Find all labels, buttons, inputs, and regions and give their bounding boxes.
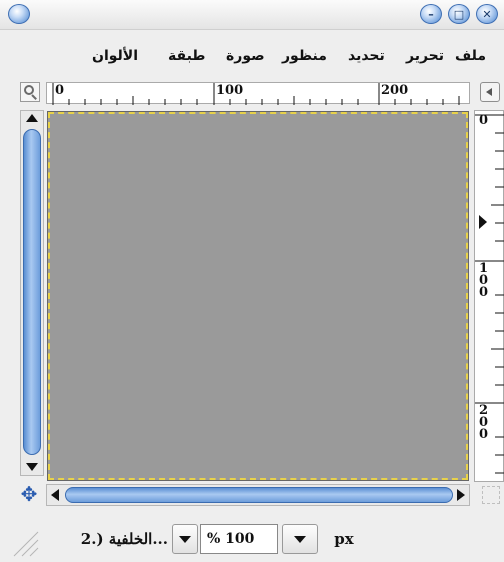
title-bar[interactable]: – □ ✕: [0, 0, 504, 30]
close-icon: ✕: [482, 7, 492, 21]
layer-status-label: ...الخلفية (.2: [80, 530, 168, 548]
zoom-dropdown-button[interactable]: [282, 524, 318, 554]
quick-mask-toggle[interactable]: [482, 486, 500, 504]
scroll-down-icon[interactable]: [26, 463, 38, 471]
resize-grip-icon[interactable]: [10, 524, 40, 558]
window-menu-icon[interactable]: [8, 4, 30, 24]
vertical-ruler[interactable]: 0 1 0 0 2 0 0: [474, 110, 504, 482]
scroll-right-icon[interactable]: [457, 489, 465, 501]
close-button[interactable]: ✕: [476, 4, 498, 24]
vruler-digit-0: 0: [479, 113, 489, 128]
minimize-icon: –: [428, 7, 434, 21]
canvas-area[interactable]: [46, 110, 470, 482]
horizontal-ruler[interactable]: 0 100 200: [46, 82, 470, 105]
scroll-left-icon[interactable]: [51, 489, 59, 501]
navigate-button[interactable]: [20, 82, 40, 102]
zoom-toggle-button[interactable]: [480, 82, 500, 102]
image-canvas[interactable]: [47, 111, 469, 481]
menu-layer[interactable]: طبقة: [168, 48, 205, 64]
zoom-field[interactable]: % 100: [200, 524, 278, 554]
arrow-left-icon: [486, 88, 492, 96]
chevron-down-icon: [294, 536, 306, 543]
minimize-button[interactable]: –: [420, 4, 442, 24]
image-window: – □ ✕ ملف تحرير تحديد منظور صورة طبقة ال…: [0, 0, 504, 562]
menu-edit[interactable]: تحرير: [406, 48, 444, 64]
ruler-label-200: 200: [381, 83, 409, 98]
maximize-button[interactable]: □: [448, 4, 470, 24]
ruler-pointer-icon: [479, 215, 487, 229]
ruler-label-100: 100: [216, 83, 244, 98]
layer-dropdown-button[interactable]: [172, 524, 198, 554]
menu-select[interactable]: تحديد: [348, 48, 385, 64]
ruler-label-0: 0: [55, 83, 65, 98]
menu-view[interactable]: منظور: [282, 48, 327, 64]
horizontal-scroll-thumb[interactable]: [65, 487, 453, 503]
menu-file[interactable]: ملف: [455, 48, 486, 64]
maximize-icon: □: [453, 7, 465, 21]
unit-selector[interactable]: px: [322, 524, 366, 554]
vruler-digit-6: 0: [479, 427, 489, 442]
chevron-down-icon: [179, 536, 191, 543]
vruler-digit-3: 0: [479, 285, 489, 300]
move-navigate-icon[interactable]: ✥: [18, 484, 40, 504]
menu-image[interactable]: صورة: [226, 48, 265, 64]
vertical-scrollbar[interactable]: [20, 110, 44, 476]
scroll-up-icon[interactable]: [26, 114, 38, 122]
horizontal-scrollbar[interactable]: [46, 484, 470, 506]
menu-bar: ملف تحرير تحديد منظور صورة طبقة الألوان: [0, 44, 504, 74]
vertical-scroll-thumb[interactable]: [23, 129, 41, 455]
menu-colors[interactable]: الألوان: [92, 48, 138, 64]
